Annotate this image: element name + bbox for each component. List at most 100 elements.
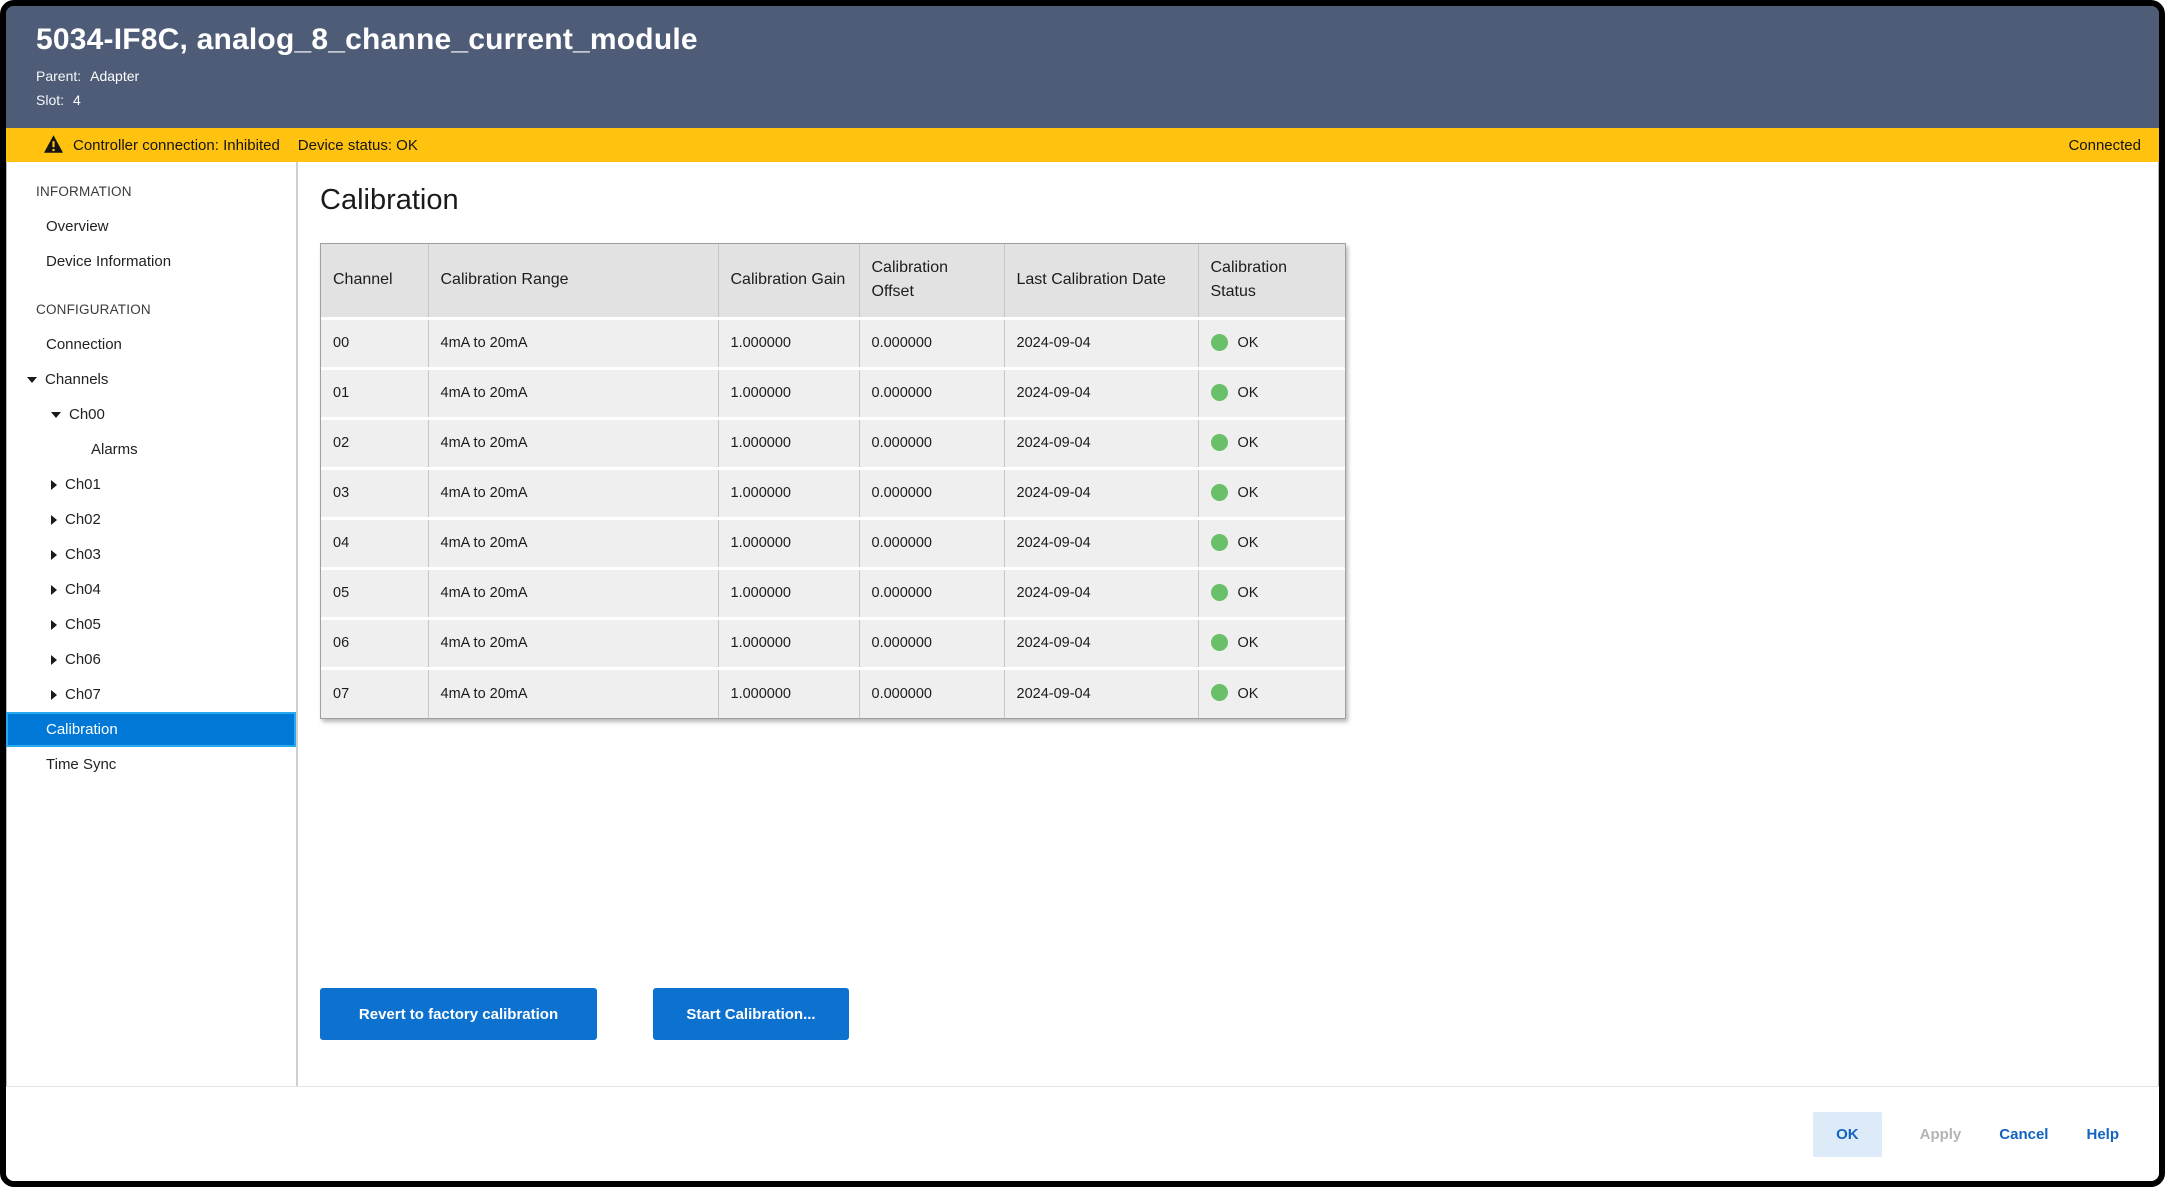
col-header-calibration-status: Calibration Status [1198,244,1345,318]
status-label: OK [1238,335,1259,351]
sidebar-item-label: Ch03 [65,546,101,563]
device-status: Device status: OK [298,137,418,154]
expand-arrow-icon[interactable] [51,550,57,560]
status-ok-icon [1211,434,1228,451]
sidebar-item-label: Ch01 [65,476,101,493]
status-label: OK [1238,435,1259,451]
sidebar-item-ch03[interactable]: Ch03 [6,537,296,572]
cell-gain: 1.000000 [718,618,859,668]
cell-range: 4mA to 20mA [428,568,718,618]
sidebar-item-overview[interactable]: Overview [6,209,296,244]
expand-arrow-icon[interactable] [51,515,57,525]
parent-value: Adapter [90,67,139,85]
status-ok-icon [1211,334,1228,351]
expand-arrow-icon[interactable] [51,690,57,700]
cancel-button[interactable]: Cancel [1999,1126,2048,1143]
expand-arrow-icon[interactable] [51,655,57,665]
cell-channel: 04 [321,518,428,568]
cell-offset: 0.000000 [859,468,1004,518]
titlebar: 5034-IF8C, analog_8_channe_current_modul… [6,6,2159,128]
status-ok-icon [1211,384,1228,401]
sidebar-item-ch02[interactable]: Ch02 [6,502,296,537]
sidebar-item-ch05[interactable]: Ch05 [6,607,296,642]
expand-arrow-icon[interactable] [51,620,57,630]
sidebar-section-information: INFORMATION [6,174,296,209]
connection-state: Connected [2068,137,2141,154]
sidebar-item-connection[interactable]: Connection [6,327,296,362]
collapse-arrow-icon[interactable] [51,412,61,418]
ok-button[interactable]: OK [1813,1112,1882,1157]
status-label: OK [1238,385,1259,401]
apply-button[interactable]: Apply [1920,1126,1962,1143]
cell-range: 4mA to 20mA [428,618,718,668]
cell-date: 2024-09-04 [1004,368,1198,418]
sidebar-item-ch00[interactable]: Ch00 [6,397,296,432]
expand-arrow-icon[interactable] [51,480,57,490]
cell-range: 4mA to 20mA [428,318,718,368]
warning-triangle-icon [44,135,63,153]
status-ok-icon [1211,484,1228,501]
status-ok-icon [1211,634,1228,651]
cell-gain: 1.000000 [718,418,859,468]
cell-range: 4mA to 20mA [428,668,718,718]
start-calibration-button[interactable]: Start Calibration... [653,988,849,1040]
cell-range: 4mA to 20mA [428,418,718,468]
slot-row: Slot: 4 [36,91,2129,109]
parent-label: Parent: [36,67,81,85]
body-area: INFORMATION Overview Device Information … [6,162,2159,1086]
table-row: 01 4mA to 20mA 1.000000 0.000000 2024-09… [321,368,1345,418]
sidebar-item-label: Ch06 [65,651,101,668]
help-button[interactable]: Help [2086,1126,2119,1143]
cell-channel: 06 [321,618,428,668]
collapse-arrow-icon[interactable] [27,377,37,383]
cell-offset: 0.000000 [859,518,1004,568]
expand-arrow-icon[interactable] [51,585,57,595]
cell-status: OK [1198,318,1345,368]
calibration-table: Channel Calibration Range Calibration Ga… [320,243,1346,719]
footer-bar: OK Apply Cancel Help [6,1086,2159,1181]
cell-date: 2024-09-04 [1004,468,1198,518]
cell-status: OK [1198,668,1345,718]
table-row: 04 4mA to 20mA 1.000000 0.000000 2024-09… [321,518,1345,568]
controller-connection-status: Controller connection: Inhibited [73,137,280,154]
cell-date: 2024-09-04 [1004,518,1198,568]
status-ok-icon [1211,534,1228,551]
cell-offset: 0.000000 [859,368,1004,418]
sidebar-item-label: Overview [46,218,109,235]
sidebar-item-device-information[interactable]: Device Information [6,244,296,279]
cell-gain: 1.000000 [718,568,859,618]
cell-channel: 00 [321,318,428,368]
sidebar-item-calibration[interactable]: Calibration [6,712,296,747]
sidebar-item-label: Time Sync [46,756,116,773]
cell-offset: 0.000000 [859,418,1004,468]
sidebar-item-label: Ch00 [69,406,105,423]
slot-label: Slot: [36,91,64,109]
table-row: 03 4mA to 20mA 1.000000 0.000000 2024-09… [321,468,1345,518]
revert-to-factory-calibration-button[interactable]: Revert to factory calibration [320,988,597,1040]
cell-channel: 01 [321,368,428,418]
sidebar-item-ch01[interactable]: Ch01 [6,467,296,502]
cell-status: OK [1198,518,1345,568]
cell-offset: 0.000000 [859,618,1004,668]
sidebar-item-ch04[interactable]: Ch04 [6,572,296,607]
table-row: 06 4mA to 20mA 1.000000 0.000000 2024-09… [321,618,1345,668]
calibration-heading: Calibration [320,184,2159,217]
sidebar-item-ch06[interactable]: Ch06 [6,642,296,677]
cell-date: 2024-09-04 [1004,418,1198,468]
cell-range: 4mA to 20mA [428,468,718,518]
cell-date: 2024-09-04 [1004,318,1198,368]
cell-gain: 1.000000 [718,368,859,418]
sidebar-item-alarms[interactable]: Alarms [6,432,296,467]
cell-status: OK [1198,618,1345,668]
col-header-calibration-gain: Calibration Gain [718,244,859,318]
status-label: OK [1238,535,1259,551]
main-content: Calibration Channel Calibration Range Ca… [298,162,2159,1086]
sidebar-item-ch07[interactable]: Ch07 [6,677,296,712]
page-title: 5034-IF8C, analog_8_channe_current_modul… [36,21,2129,59]
sidebar-section-configuration: CONFIGURATION [6,292,296,327]
cell-date: 2024-09-04 [1004,668,1198,718]
sidebar-item-time-sync[interactable]: Time Sync [6,747,296,782]
cell-gain: 1.000000 [718,318,859,368]
cell-offset: 0.000000 [859,668,1004,718]
sidebar-item-channels[interactable]: Channels [6,362,296,397]
